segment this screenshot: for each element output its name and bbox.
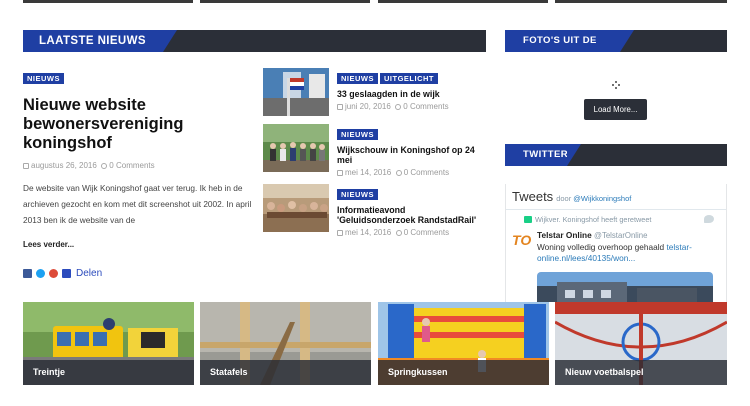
- gallery-caption[interactable]: Nieuw voetbalspel: [555, 360, 727, 385]
- google-plus-icon[interactable]: [49, 268, 58, 278]
- gallery-caption[interactable]: Springkussen: [378, 360, 549, 385]
- news-item[interactable]: NIEUWS Informatieavond 'Geluidsonderzoek…: [263, 184, 485, 237]
- news-title[interactable]: 33 geslaagden in de wijk: [337, 89, 485, 99]
- news-date: juni 20, 2016: [345, 102, 391, 111]
- article-date: augustus 26, 2016: [31, 161, 97, 170]
- photos-header: FOTO'S UIT DE WIJK: [505, 30, 727, 52]
- news-thumbnail[interactable]: [263, 68, 329, 116]
- load-more-button[interactable]: Load More...: [584, 99, 647, 120]
- comment-icon: [101, 163, 108, 169]
- gallery-item[interactable]: Springkussen: [378, 302, 549, 385]
- news-meta: mei 14, 2016 0 Comments: [337, 227, 485, 238]
- main-article-meta: augustus 26, 2016 0 Comments: [23, 160, 155, 171]
- news-item[interactable]: NIEUWS UITGELICHT 33 geslaagden in de wij…: [263, 68, 485, 118]
- main-article-title[interactable]: Nieuwe website bewonersvereniging koning…: [23, 96, 253, 153]
- twitter-timeline[interactable]: Tweets door @Wijkkoningshof Wijkver. Koni…: [505, 184, 727, 302]
- timeline-title: Tweets: [512, 189, 554, 204]
- twitter-title: TWITTER: [505, 144, 581, 166]
- share-label[interactable]: Delen: [76, 268, 102, 279]
- news-date: mei 14, 2016: [345, 168, 392, 177]
- news-title[interactable]: Informatieavond 'Geluidsonderzoek Randst…: [337, 205, 485, 225]
- category-badge[interactable]: NIEUWS: [23, 73, 64, 84]
- news-thumbnail[interactable]: [263, 124, 329, 172]
- timeline-handle[interactable]: @Wijkkoningshof: [573, 194, 631, 203]
- main-article-excerpt: De website van Wijk Koningshof gaat ver …: [23, 183, 252, 225]
- top-image-strip: [23, 0, 727, 3]
- addthis-plus-icon[interactable]: [62, 268, 71, 278]
- news-meta: juni 20, 2016 0 Comments: [337, 101, 485, 112]
- twitter-bird-icon[interactable]: [704, 215, 714, 223]
- read-more-link[interactable]: Lees verder...: [23, 240, 74, 249]
- gallery-caption[interactable]: Statafels: [200, 360, 371, 385]
- main-article-category[interactable]: NIEUWS: [23, 68, 66, 86]
- telstar-avatar[interactable]: TO: [512, 232, 531, 248]
- tweet-body: Woning volledig overhoop gehaald: [537, 242, 665, 252]
- latest-news-title: LAATSTE NIEUWS: [23, 30, 177, 52]
- category-badge[interactable]: NIEUWS: [337, 73, 378, 84]
- news-meta: mei 14, 2016 0 Comments: [337, 167, 485, 178]
- facebook-icon[interactable]: [23, 268, 32, 278]
- avatar-letter-o: O: [520, 232, 532, 248]
- photos-title: FOTO'S UIT DE WIJK: [505, 30, 634, 52]
- category-badge[interactable]: UITGELICHT: [380, 73, 438, 84]
- gallery-caption[interactable]: Treintje: [23, 360, 194, 385]
- comment-icon: [395, 230, 402, 236]
- tweet-author[interactable]: Telstar Online @TelstarOnline: [537, 230, 647, 240]
- author-handle[interactable]: @TelstarOnline: [594, 231, 647, 240]
- news-comments[interactable]: 0 Comments: [403, 102, 448, 111]
- news-comments[interactable]: 0 Comments: [404, 228, 449, 237]
- news-title[interactable]: Wijkschouw in Koningshof op 24 mei: [337, 145, 485, 165]
- author-name[interactable]: Telstar Online: [537, 230, 592, 240]
- timeline-by: door: [556, 194, 572, 203]
- top-image[interactable]: [378, 0, 548, 3]
- retweet-text: Wijkver. Koningshof heeft geretweet: [535, 215, 652, 224]
- news-comments[interactable]: 0 Comments: [404, 168, 449, 177]
- share-bar: Delen: [23, 267, 102, 279]
- category-badge[interactable]: NIEUWS: [337, 189, 378, 200]
- calendar-icon: [337, 104, 343, 110]
- comment-icon: [395, 170, 402, 176]
- retweet-icon: [524, 216, 532, 223]
- loading-spinner-icon: [612, 81, 620, 89]
- tweet-image[interactable]: [537, 272, 713, 302]
- comment-icon: [395, 104, 402, 110]
- news-thumbnail[interactable]: [263, 184, 329, 232]
- calendar-icon: [337, 230, 343, 236]
- latest-news-header: LAATSTE NIEUWS: [23, 30, 486, 52]
- article-comments[interactable]: 0 Comments: [109, 161, 154, 170]
- tweet-text: Woning volledig overhoop gehaald telstar…: [537, 242, 722, 264]
- calendar-icon: [23, 163, 29, 169]
- twitter-icon[interactable]: [36, 268, 45, 278]
- top-image[interactable]: [23, 0, 193, 3]
- gallery-item[interactable]: Nieuw voetbalspel: [555, 302, 727, 385]
- gallery-item[interactable]: Treintje: [23, 302, 194, 385]
- retweet-note: Wijkver. Koningshof heeft geretweet: [524, 215, 651, 224]
- calendar-icon: [337, 170, 343, 176]
- category-badge[interactable]: NIEUWS: [337, 129, 378, 140]
- twitter-header: TWITTER: [505, 144, 727, 166]
- timeline-heading: Tweets door @Wijkkoningshof: [512, 189, 631, 204]
- news-item[interactable]: NIEUWS Wijkschouw in Koningshof op 24 me…: [263, 124, 485, 177]
- top-image[interactable]: [555, 0, 727, 3]
- gallery-item[interactable]: Statafels: [200, 302, 371, 385]
- top-image[interactable]: [200, 0, 370, 3]
- divider: [506, 209, 726, 210]
- news-date: mei 14, 2016: [345, 228, 392, 237]
